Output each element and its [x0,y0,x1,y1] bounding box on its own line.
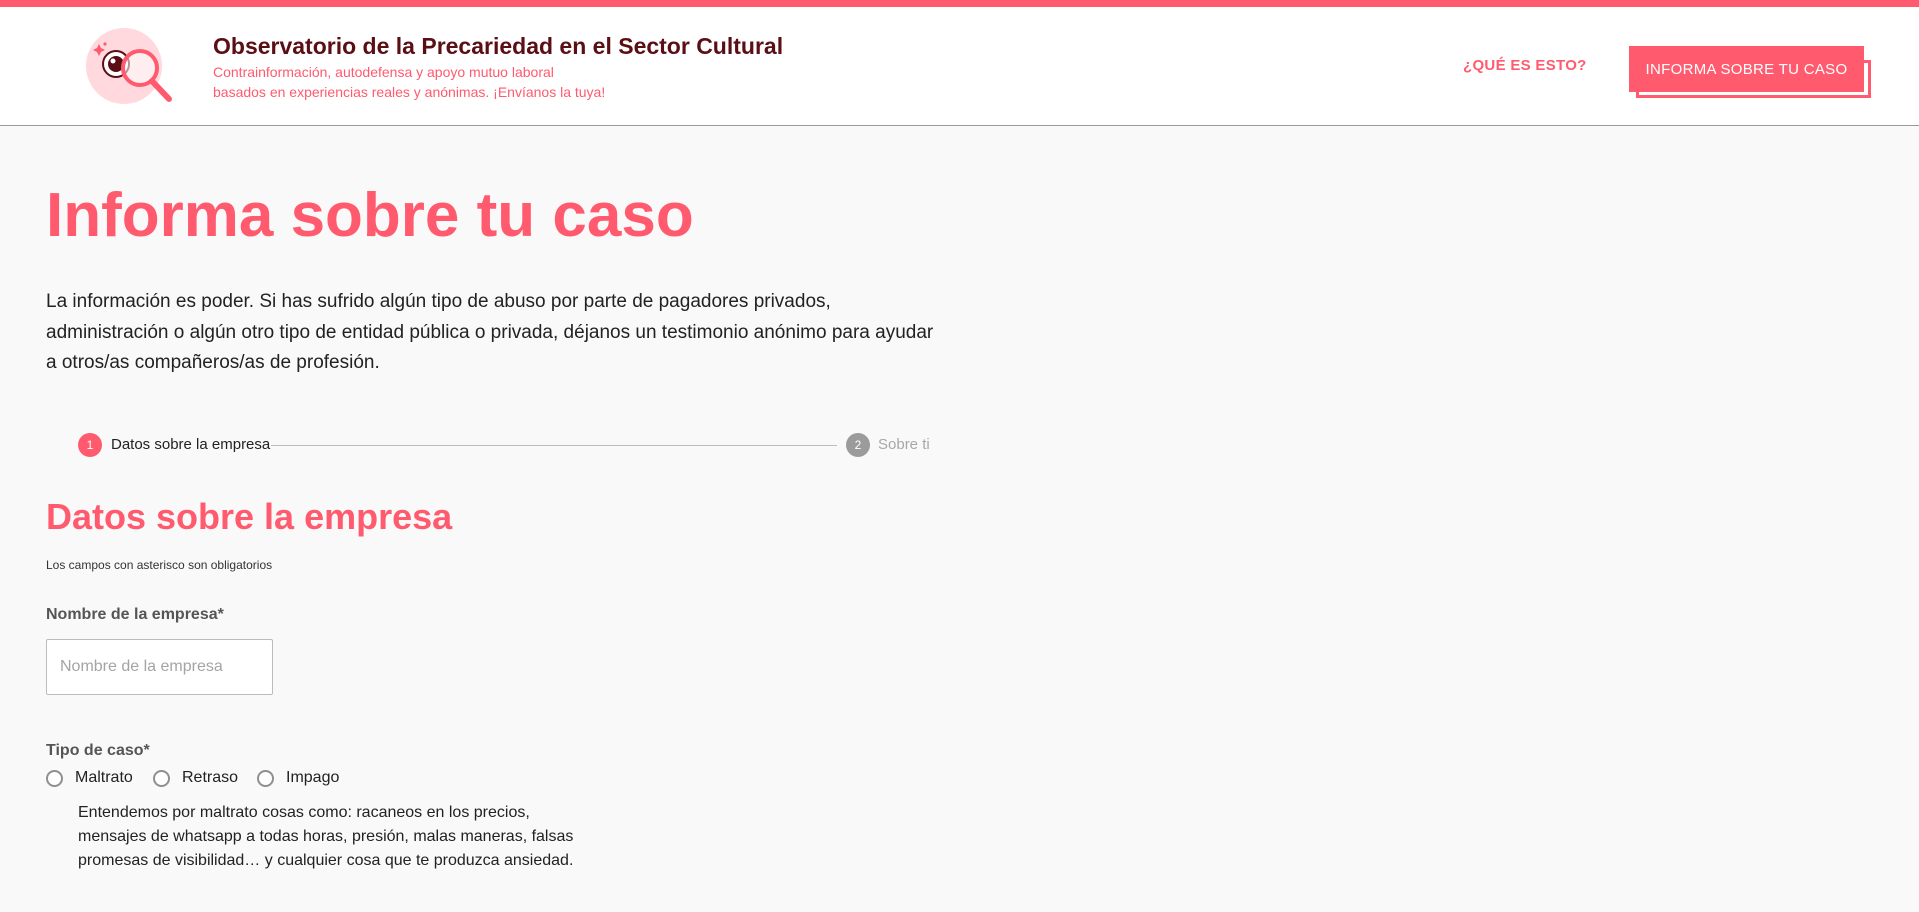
site-tagline: Contrainformación, autodefensa y apoyo m… [213,62,733,102]
radio-impago[interactable] [257,769,274,787]
radio-retraso[interactable] [153,769,170,787]
stepper-connector-line [271,445,837,446]
intro-paragraph: La información es poder. Si has sufrido … [46,291,934,373]
radio-maltrato[interactable] [46,769,63,787]
radio-label-retraso[interactable]: Retraso [182,769,238,787]
step-2-label[interactable]: Sobre ti [878,436,930,453]
company-name-input[interactable] [46,639,273,695]
page-title: Informa sobre tu caso [46,181,694,250]
radio-label-impago[interactable]: Impago [286,769,339,787]
case-type-help-text: Entendemos por maltrato cosas como: raca… [78,804,574,869]
report-case-button[interactable]: INFORMA SOBRE TU CASO [1629,46,1864,92]
case-type-option-retraso[interactable]: Retraso [153,769,238,787]
tagline-line-2: basados en experiencias reales y anónima… [213,84,606,100]
step-2-indicator[interactable]: 2 [846,433,870,457]
site-header: Observatorio de la Precariedad en el Sec… [0,7,1919,126]
case-type-option-maltrato[interactable]: Maltrato [46,769,133,787]
form-stepper: 1 Datos sobre la empresa 2 Sobre ti [78,433,938,457]
top-accent-bar [0,0,1919,7]
radio-label-maltrato[interactable]: Maltrato [75,769,133,787]
company-name-label: Nombre de la empresa* [46,606,224,623]
required-fields-hint: Los campos con asterisco son obligatorio… [46,558,273,572]
step-1-indicator[interactable]: 1 [78,433,102,457]
case-type-option-impago[interactable]: Impago [257,769,339,787]
site-title[interactable]: Observatorio de la Precariedad en el Sec… [213,33,783,60]
nav-what-is-this-link[interactable]: ¿QUÉ ES ESTO? [1463,57,1587,74]
step-1-label[interactable]: Datos sobre la empresa [111,436,270,453]
tagline-line-1: Contrainformación, autodefensa y apoyo m… [213,64,554,80]
logo-magnifier-eye-icon[interactable] [85,26,175,110]
section-title: Datos sobre la empresa [46,496,453,537]
case-type-label: Tipo de caso* [46,742,150,759]
